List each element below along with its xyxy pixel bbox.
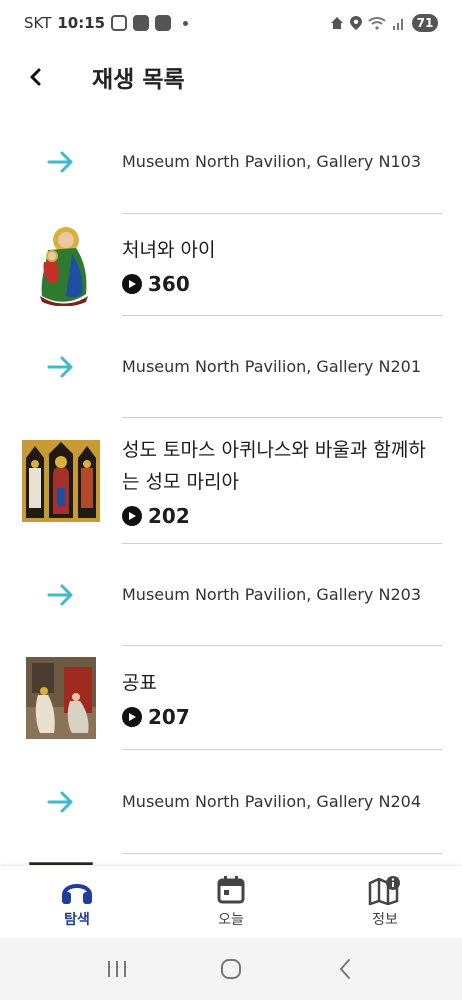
stop-title: 성도 토마스 아퀴나스와 바울과 함께하는 성모 마리아 <box>122 439 426 493</box>
back-chevron-icon <box>339 959 350 979</box>
artwork-thumbnail-partial <box>29 862 93 865</box>
artwork-thumbnail-area <box>0 646 122 750</box>
play-icon <box>122 707 142 727</box>
stop-number: 207 <box>122 705 442 729</box>
page-title: 재생 목록 <box>92 67 185 93</box>
system-nav-bar <box>0 938 462 1000</box>
gallery-location-text: Museum North Pavilion, Gallery N204 <box>122 792 421 811</box>
gallery-location-text: Museum North Pavilion, Gallery N103 <box>122 152 421 171</box>
location-body: Museum North Pavilion, Gallery N201 <box>122 316 442 418</box>
location-row[interactable]: Museum North Pavilion, Gallery N203 <box>0 544 462 646</box>
artwork-thumbnail-triptych <box>22 440 100 522</box>
location-body: Museum North Pavilion, Gallery N103 <box>122 110 442 214</box>
stop-body: 공표 207 <box>122 646 442 750</box>
chat-bubble-icon <box>133 15 150 31</box>
gallery-location-text: Museum North Pavilion, Gallery N203 <box>122 585 421 604</box>
tab-info[interactable]: 정보 <box>308 866 462 938</box>
location-icon <box>350 16 362 30</box>
carrier-label: SKT <box>24 14 52 32</box>
wifi-icon <box>368 17 386 30</box>
stop-row-partial[interactable] <box>0 854 462 865</box>
tab-info-label: 정보 <box>372 912 398 928</box>
tab-explore[interactable]: 탐색 <box>0 866 154 938</box>
app-header: 재생 목록 <box>0 52 462 102</box>
headphones-icon <box>62 884 92 904</box>
battery-indicator: 71 <box>412 14 438 32</box>
location-row[interactable]: Museum North Pavilion, Gallery N103 <box>0 110 462 214</box>
stop-body: 성도 토마스 아퀴나스와 바울과 함께하는 성모 마리아 202 <box>122 418 442 544</box>
location-arrow-area <box>0 316 122 418</box>
chevron-left-icon <box>30 68 41 86</box>
recent-apps-button[interactable] <box>97 949 137 989</box>
arrow-right-icon <box>47 356 73 378</box>
location-row[interactable]: Museum North Pavilion, Gallery N204 <box>0 750 462 854</box>
artwork-thumbnail-area <box>0 418 122 544</box>
location-body: Museum North Pavilion, Gallery N203 <box>122 544 442 646</box>
back-button[interactable] <box>16 57 56 97</box>
tab-explore-label: 탐색 <box>64 912 90 928</box>
clock: 10:15 <box>57 14 106 32</box>
artwork-thumbnail-area <box>0 214 122 316</box>
location-arrow-area <box>0 110 122 214</box>
status-bar: SKT 10:15 71 <box>0 0 462 46</box>
stop-number-value: 360 <box>148 272 190 296</box>
playlist: Museum North Pavilion, Gallery N103 처녀와 … <box>0 110 462 865</box>
artwork-thumbnail-area <box>0 854 122 865</box>
arrow-right-icon <box>47 151 73 173</box>
stop-body: 처녀와 아이 360 <box>122 214 442 316</box>
bottom-nav: 탐색 오늘 정보 <box>0 866 462 938</box>
status-left: SKT 10:15 <box>24 14 189 32</box>
home-circle-icon <box>221 959 241 979</box>
signal-icon <box>393 19 403 30</box>
tab-today-label: 오늘 <box>218 912 244 928</box>
more-notifications-dot <box>183 20 189 26</box>
map-info-icon <box>368 876 400 905</box>
location-row[interactable]: Museum North Pavilion, Gallery N201 <box>0 316 462 418</box>
location-arrow-area <box>0 750 122 854</box>
status-right: 71 <box>330 14 438 32</box>
play-icon <box>122 506 142 526</box>
artwork-thumbnail-virgin-and-child <box>40 227 88 306</box>
stop-title: 처녀와 아이 <box>122 239 216 261</box>
gallery-location-text: Museum North Pavilion, Gallery N201 <box>122 357 421 376</box>
stop-number-value: 207 <box>148 705 190 729</box>
arrow-right-icon <box>47 791 73 813</box>
stop-row[interactable]: 처녀와 아이 360 <box>0 214 462 316</box>
location-arrow-area <box>0 544 122 646</box>
stop-number: 202 <box>122 504 442 528</box>
stop-row[interactable]: 성도 토마스 아퀴나스와 바울과 함께하는 성모 마리아 202 <box>0 418 462 544</box>
home-button[interactable] <box>211 949 251 989</box>
recent-apps-icon <box>108 961 126 977</box>
app-notification-icon <box>155 15 172 31</box>
screenshot-icon <box>111 15 128 31</box>
stop-row[interactable]: 공표 207 <box>0 646 462 750</box>
stop-number-value: 202 <box>148 504 190 528</box>
home-icon <box>331 17 343 29</box>
system-back-button[interactable] <box>325 949 365 989</box>
play-icon <box>122 274 142 294</box>
artwork-thumbnail-annunciation <box>26 657 96 739</box>
tab-today[interactable]: 오늘 <box>154 866 308 938</box>
stop-title: 공표 <box>122 672 157 694</box>
arrow-right-icon <box>47 584 73 606</box>
stop-number: 360 <box>122 272 442 296</box>
calendar-icon <box>217 876 245 904</box>
location-body: Museum North Pavilion, Gallery N204 <box>122 750 442 854</box>
